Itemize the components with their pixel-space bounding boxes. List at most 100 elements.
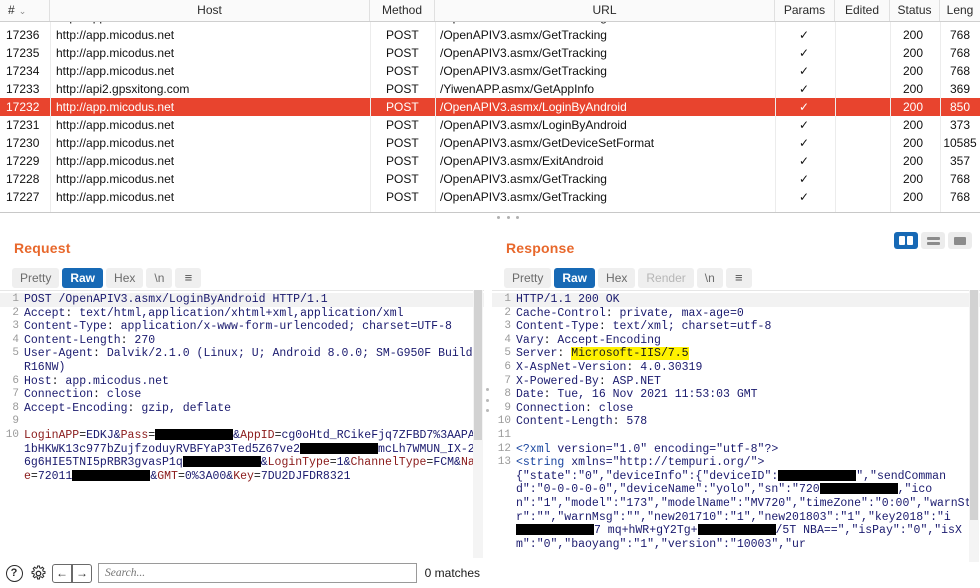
line-number: 2 — [492, 307, 516, 321]
cell-method: POST — [386, 152, 430, 170]
table-row[interactable]: 17229http://app.micodus.netPOST/OpenAPIV… — [0, 152, 980, 170]
line-number: 10 — [492, 415, 516, 429]
side-by-side-layout-button[interactable] — [894, 232, 918, 249]
gear-icon[interactable] — [28, 563, 48, 583]
cell-method: POST — [386, 170, 430, 188]
single-pane-layout-button[interactable] — [948, 232, 972, 249]
response-panel-title: Response — [506, 240, 575, 256]
line-text: Accept-Encoding: gzip, deflate — [24, 402, 484, 416]
line-number: 9 — [0, 415, 24, 429]
redaction-bar — [72, 470, 150, 481]
response-tab-hex[interactable]: Hex — [598, 268, 635, 288]
horizontal-splitter[interactable] — [0, 212, 980, 224]
cell-method: POST — [386, 26, 430, 44]
cell-status: 200 — [890, 44, 936, 62]
redaction-bar — [698, 524, 776, 535]
table-row[interactable]: 17231http://app.micodus.netPOST/OpenAPIV… — [0, 116, 980, 134]
table-row[interactable]: 17233http://api2.gpsxitong.comPOST/Yiwen… — [0, 80, 980, 98]
request-code-line: 1POST /OpenAPIV3.asmx/LoginByAndroid HTT… — [0, 293, 484, 307]
request-tab-raw[interactable]: Raw — [62, 268, 103, 288]
cell-edited — [835, 62, 887, 80]
response-view-tabs[interactable]: PrettyRawHexRender\n≡ — [504, 268, 755, 288]
request-view-tabs[interactable]: PrettyRawHex\n≡ — [12, 268, 204, 288]
response-tab-n[interactable]: \n — [697, 268, 723, 288]
column-header-params[interactable]: Params — [775, 0, 835, 21]
vertical-splitter[interactable] — [484, 228, 492, 588]
cell-url: /OpenAPIV3.asmx/LoginByAndroid — [440, 98, 770, 116]
single-pane-layout-icon — [954, 237, 966, 245]
column-header-status[interactable]: Status — [890, 0, 940, 21]
cell-method: POST — [386, 188, 430, 206]
response-tab-render[interactable]: Render — [638, 268, 693, 288]
response-panel: Response PrettyRawHexRender\n≡ 1HTTP/1.1… — [492, 228, 980, 588]
table-row[interactable]: 17227http://app.micodus.netPOST/OpenAPIV… — [0, 188, 980, 206]
response-code-line: 2Cache-Control: private, max-age=0 — [492, 307, 980, 321]
response-scrollbar-track[interactable] — [969, 290, 979, 562]
layout-mode-buttons[interactable] — [894, 232, 972, 249]
cell-host: http://app.micodus.net — [56, 98, 366, 116]
cell-status: 200 — [890, 134, 936, 152]
cell-url: /OpenAPIV3.asmx/ExitAndroid — [440, 152, 770, 170]
table-row[interactable]: 17230http://app.micodus.netPOST/OpenAPIV… — [0, 134, 980, 152]
request-code-view[interactable]: 1POST /OpenAPIV3.asmx/LoginByAndroid HTT… — [0, 290, 484, 562]
response-tab-raw[interactable]: Raw — [554, 268, 595, 288]
cell-method: POST — [386, 62, 430, 80]
response-code-line: 6X-AspNet-Version: 4.0.30319 — [492, 361, 980, 375]
cell-host: http://api2.gpsxitong.com — [56, 80, 366, 98]
line-number: 7 — [492, 375, 516, 389]
column-header-length[interactable]: Leng — [940, 0, 980, 21]
line-number: 4 — [0, 334, 24, 348]
http-history-table[interactable]: #⌄ Host Method URL Params Edited Status … — [0, 0, 980, 212]
line-text — [516, 429, 980, 443]
request-code-line: 4Content-Length: 270 — [0, 334, 484, 348]
request-scrollbar-thumb[interactable] — [474, 290, 482, 440]
cell-status: 200 — [890, 98, 936, 116]
cell-length: 768 — [940, 188, 980, 206]
response-hamburger-menu-icon[interactable]: ≡ — [726, 268, 752, 288]
response-code-line: 12<?xml version="1.0" encoding="utf-8"?> — [492, 443, 980, 457]
table-row[interactable]: 17228http://app.micodus.netPOST/OpenAPIV… — [0, 170, 980, 188]
request-scrollbar-track[interactable] — [473, 290, 483, 562]
cell-status: 200 — [890, 80, 936, 98]
response-code-view[interactable]: 1HTTP/1.1 200 OK2Cache-Control: private,… — [492, 290, 980, 562]
column-header-host[interactable]: Host — [50, 0, 370, 21]
table-row[interactable]: 17234http://app.micodus.netPOST/OpenAPIV… — [0, 62, 980, 80]
request-hamburger-menu-icon[interactable]: ≡ — [175, 268, 201, 288]
table-row-selected[interactable]: 17232http://app.micodus.netPOST/OpenAPIV… — [0, 98, 980, 116]
cell-url: /OpenAPIV3.asmx/GetTracking — [440, 170, 770, 188]
request-search-bar[interactable]: ? ← → 0 matches — [4, 558, 484, 588]
search-next-button[interactable]: → — [72, 564, 92, 583]
request-search-input[interactable] — [98, 563, 417, 583]
column-header-number[interactable]: #⌄ — [0, 0, 50, 21]
cell-edited — [835, 98, 887, 116]
request-tab-pretty[interactable]: Pretty — [12, 268, 59, 288]
line-text: X-AspNet-Version: 4.0.30319 — [516, 361, 980, 375]
request-tab-hex[interactable]: Hex — [106, 268, 143, 288]
cell-status: 200 — [890, 152, 936, 170]
help-icon[interactable]: ? — [4, 563, 24, 583]
search-prev-button[interactable]: ← — [52, 564, 72, 583]
cell-method: POST — [386, 98, 430, 116]
redaction-bar — [183, 456, 261, 467]
request-tab-n[interactable]: \n — [146, 268, 172, 288]
table-row[interactable]: 17235http://app.micodus.netPOST/OpenAPIV… — [0, 44, 980, 62]
response-code-line: 11 — [492, 429, 980, 443]
column-header-method[interactable]: Method — [370, 0, 435, 21]
line-number: 12 — [492, 443, 516, 457]
response-tab-pretty[interactable]: Pretty — [504, 268, 551, 288]
cell-host: http://app.micodus.net — [56, 62, 366, 80]
stacked-layout-button[interactable] — [921, 232, 945, 249]
table-body[interactable]: 17236http://app.micodus.netPOST/OpenAPIV… — [0, 22, 980, 212]
response-scrollbar-thumb[interactable] — [970, 290, 978, 520]
line-number: 2 — [0, 307, 24, 321]
line-text: Content-Length: 578 — [516, 415, 980, 429]
cell-length: 10585 — [940, 134, 980, 152]
column-header-edited[interactable]: Edited — [835, 0, 890, 21]
table-row[interactable]: 17236http://app.micodus.netPOST/OpenAPIV… — [0, 26, 980, 44]
response-code-line: 7X-Powered-By: ASP.NET — [492, 375, 980, 389]
line-number: 5 — [0, 347, 24, 374]
cell-length: 768 — [940, 26, 980, 44]
column-header-url[interactable]: URL — [435, 0, 775, 21]
cell-params: ✓ — [775, 98, 833, 116]
line-number: 3 — [0, 320, 24, 334]
